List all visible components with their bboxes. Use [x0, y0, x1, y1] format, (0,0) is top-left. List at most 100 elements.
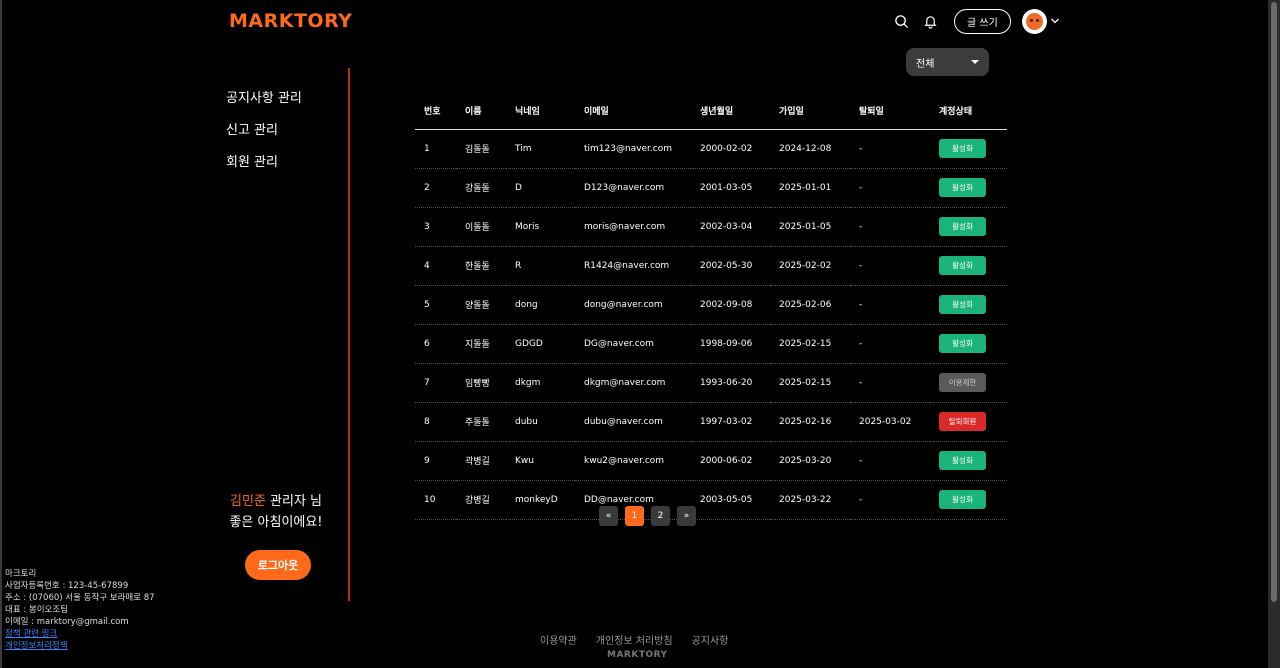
company-biz-no: 사업자등록번호 : 123-45-67899	[5, 581, 129, 591]
cell-joined: 2025-01-01	[770, 168, 850, 208]
status-badge[interactable]: 활성화	[939, 451, 986, 470]
cell-number: 2	[415, 168, 456, 208]
cell-joined: 2025-02-02	[770, 246, 850, 286]
greeting-line-1: 김민준 관리자 님	[214, 491, 338, 512]
sidebar-item-notice-management[interactable]: 공지사항 관리	[226, 90, 302, 122]
table-row[interactable]: 4 한돌돌 R R1424@naver.com 2002-05-30 2025-02-02…	[415, 246, 1007, 286]
admin-suffix: 관리자 님	[265, 494, 322, 509]
cat-face-icon	[1025, 12, 1043, 30]
caret-down-icon	[971, 60, 979, 64]
cell-status: 탈퇴회원	[930, 402, 1007, 442]
scrollbar-thumb[interactable]	[1271, 2, 1277, 602]
status-badge[interactable]: 활성화	[939, 334, 986, 353]
policy-link[interactable]: 정책 관련 링크	[5, 628, 155, 640]
col-header-email: 이메일	[575, 92, 691, 130]
footer-link-terms[interactable]: 이용약관	[540, 632, 577, 647]
status-badge[interactable]: 활성화	[939, 217, 986, 236]
cell-nickname: dong	[506, 285, 575, 325]
sidebar-item-report-management[interactable]: 신고 관리	[226, 122, 302, 154]
table-row[interactable]: 7 임빵빵 dkgm dkgm@naver.com 1993-06-20 2025-02-…	[415, 363, 1007, 403]
page-prev-button[interactable]: «	[599, 506, 618, 526]
cell-name: 임빵빵	[456, 363, 506, 403]
status-badge[interactable]: 활성화	[939, 490, 986, 509]
company-name: 마크토리	[5, 569, 37, 579]
cell-nickname: Moris	[506, 207, 575, 247]
table-row[interactable]: 3 이돌돌 Moris moris@naver.com 2002-03-04 2025-0…	[415, 207, 1007, 247]
status-badge[interactable]: 활성화	[939, 139, 986, 158]
page-button-1[interactable]: 1	[625, 506, 644, 526]
cell-name: 한돌돌	[456, 246, 506, 286]
table-row[interactable]: 2 강돌돌 D D123@naver.com 2001-03-05 2025-01-01-…	[415, 168, 1007, 208]
table-row[interactable]: 5 양돌돌 dong dong@naver.com 2002-09-08 2025-02-…	[415, 285, 1007, 325]
cell-name: 이돌돌	[456, 207, 506, 247]
cell-email: moris@naver.com	[575, 207, 691, 247]
footer-logo: MARKTORY	[607, 650, 668, 660]
cell-status: 활성화	[930, 441, 1007, 481]
cell-status: 활성화	[930, 168, 1007, 208]
cell-withdrawn: -	[850, 168, 930, 208]
table-row[interactable]: 10 강병길 monkeyD DD@naver.com 2003-05-05 2025-0…	[415, 480, 1007, 520]
table-row[interactable]: 6 지돌돌 GDGD DG@naver.com 1998-09-06 2025-02-15…	[415, 324, 1007, 364]
cell-number: 9	[415, 441, 456, 481]
cell-number: 5	[415, 285, 456, 325]
write-post-button[interactable]: 글 쓰기	[954, 8, 1011, 34]
col-header-name: 이름	[456, 92, 506, 130]
cell-nickname: GDGD	[506, 324, 575, 364]
col-header-birthdate: 생년월일	[691, 92, 770, 130]
bell-icon[interactable]	[921, 12, 939, 30]
cell-birthdate: 2001-03-05	[691, 168, 770, 208]
cell-number: 10	[415, 480, 456, 520]
search-icon[interactable]	[892, 12, 910, 30]
cell-nickname: Tim	[506, 129, 575, 169]
col-header-number: 번호	[415, 92, 456, 130]
page-next-button[interactable]: »	[677, 506, 696, 526]
company-ceo: 대표 : 봉이오조팀	[5, 605, 69, 615]
cell-withdrawn: -	[850, 363, 930, 403]
cell-status: 활성화	[930, 207, 1007, 247]
footer-link-notice[interactable]: 공지사항	[692, 632, 729, 647]
status-filter-select[interactable]: 전체	[906, 48, 989, 76]
cell-withdrawn: 2025-03-02	[850, 402, 930, 442]
company-email: 이메일 : marktory@gmail.com	[5, 617, 129, 627]
cell-birthdate: 2002-03-04	[691, 207, 770, 247]
cell-email: tim123@naver.com	[575, 129, 691, 169]
chevron-down-icon[interactable]	[1050, 16, 1060, 26]
cell-joined: 2025-02-15	[770, 324, 850, 364]
status-badge[interactable]: 탈퇴회원	[939, 412, 986, 431]
cell-number: 7	[415, 363, 456, 403]
cell-nickname: monkeyD	[506, 480, 575, 520]
table-row[interactable]: 9 곽병길 Kwu kwu2@naver.com 2000-06-02 2025-03-2…	[415, 441, 1007, 481]
cell-status: 활성화	[930, 246, 1007, 286]
avatar[interactable]	[1021, 8, 1047, 34]
cell-withdrawn: -	[850, 480, 930, 520]
footer-link-privacy[interactable]: 개인정보 처리방침	[596, 632, 673, 647]
cell-withdrawn: -	[850, 129, 930, 169]
cell-joined: 2025-02-15	[770, 363, 850, 403]
status-badge[interactable]: 이용제한	[939, 373, 986, 392]
cell-email: dong@naver.com	[575, 285, 691, 325]
cell-birthdate: 2000-06-02	[691, 441, 770, 481]
privacy-policy-link[interactable]: 개인정보처리정책	[5, 640, 155, 652]
cell-nickname: dkgm	[506, 363, 575, 403]
cell-name: 곽병길	[456, 441, 506, 481]
cell-name: 지돌돌	[456, 324, 506, 364]
cell-number: 8	[415, 402, 456, 442]
status-badge[interactable]: 활성화	[939, 256, 986, 275]
sidebar-item-member-management[interactable]: 회원 관리	[226, 154, 302, 186]
cell-email: dkgm@naver.com	[575, 363, 691, 403]
page-button-2[interactable]: 2	[651, 506, 670, 526]
brand-logo[interactable]: MARKTORY	[229, 10, 352, 32]
status-badge[interactable]: 활성화	[939, 178, 986, 197]
col-header-nickname: 닉네임	[506, 92, 575, 130]
cell-number: 4	[415, 246, 456, 286]
table-row[interactable]: 8 주돌돌 dubu dubu@naver.com 1997-03-02 2025-02-…	[415, 402, 1007, 442]
table-row[interactable]: 1 김돌돌 Tim tim123@naver.com 2000-02-02 2024-12…	[415, 129, 1007, 169]
window-left-edge	[0, 0, 2, 668]
logout-button[interactable]: 로그아웃	[245, 550, 311, 580]
cell-name: 강돌돌	[456, 168, 506, 208]
cell-email: R1424@naver.com	[575, 246, 691, 286]
scrollbar[interactable]	[1268, 0, 1280, 668]
cell-withdrawn: -	[850, 207, 930, 247]
status-badge[interactable]: 활성화	[939, 295, 986, 314]
cell-birthdate: 2002-09-08	[691, 285, 770, 325]
